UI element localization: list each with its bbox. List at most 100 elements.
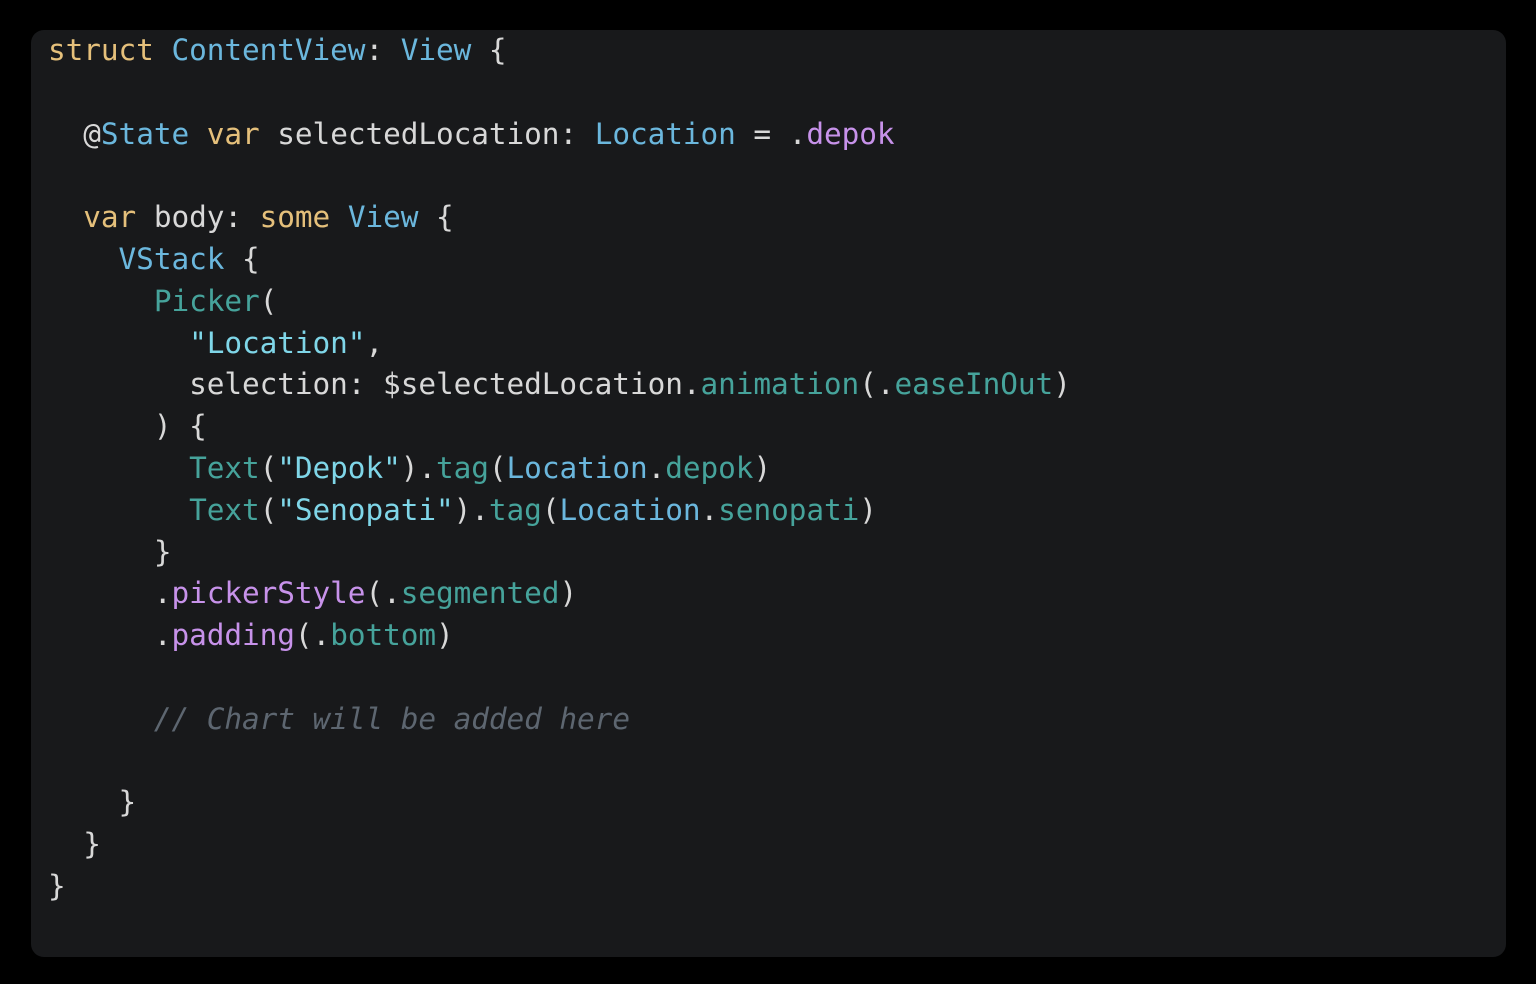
- code-token-plain: ).: [400, 450, 436, 485]
- code-token-plain: ): [1053, 367, 1071, 402]
- code-token-plain: ): [436, 618, 454, 653]
- code-token-plain: {: [471, 33, 507, 67]
- code-token-plain: {: [418, 200, 454, 235]
- code-token-fn: Text: [189, 450, 260, 485]
- code-token-plain: {: [224, 241, 260, 276]
- code-line: }: [31, 532, 1071, 574]
- code-token-plain: selectedLocation:: [259, 116, 595, 151]
- code-line: Text("Depok").tag(Location.depok): [31, 448, 1071, 490]
- code-token-member: segmented: [400, 576, 560, 611]
- code-line: }: [31, 866, 1071, 908]
- code-token-plain: (: [488, 450, 507, 485]
- code-line: Text("Senopati").tag(Location.senopati): [31, 490, 1071, 532]
- code-line: struct ContentView: View {: [31, 30, 1071, 72]
- code-token-comment: // Chart will be added here: [153, 701, 630, 736]
- code-token-plain: ): [559, 576, 578, 611]
- code-token-fn: tag: [436, 450, 489, 485]
- code-token-fn: Text: [189, 492, 260, 527]
- code-token-fn: tag: [488, 492, 542, 527]
- code-token-mod: pickerStyle: [171, 576, 366, 611]
- code-token-plain: @: [83, 116, 101, 151]
- code-line: .padding(.bottom): [31, 615, 1071, 657]
- code-line: }: [31, 782, 1071, 824]
- code-token-plain: .: [647, 450, 666, 485]
- code-line: }: [31, 824, 1071, 866]
- code-token-kw: var: [206, 116, 260, 151]
- code-token-plain: :: [365, 33, 401, 67]
- code-token-plain: }: [83, 827, 101, 862]
- code-token-type: Location: [506, 450, 648, 485]
- code-token-kw: struct: [48, 33, 154, 67]
- code-token-plain: ): [753, 450, 772, 485]
- code-line: selection: $selectedLocation.animation(.…: [31, 364, 1071, 406]
- code-token-str: "Senopati": [277, 492, 454, 527]
- code-line: var body: some View {: [31, 197, 1071, 239]
- code-token-plain: body:: [136, 200, 260, 235]
- code-token-mod: padding: [171, 618, 295, 653]
- code-line: .pickerStyle(.segmented): [31, 573, 1071, 615]
- code-token-plain: .: [700, 492, 719, 527]
- code-token-plain: }: [153, 534, 172, 569]
- code-token-str: "Location": [189, 325, 366, 360]
- code-token-type: Location: [559, 492, 701, 527]
- code-token-plain: }: [118, 785, 137, 820]
- code-token-plain: (.: [294, 618, 331, 653]
- code-token-mod: depok: [806, 116, 895, 151]
- code-token-plain: =: [735, 116, 789, 151]
- code-line: "Location",: [31, 323, 1071, 365]
- code-line: ) {: [31, 406, 1071, 448]
- code-token-kw: some: [259, 200, 331, 235]
- code-token-type: View: [347, 200, 419, 235]
- code-token-plain: (: [541, 492, 560, 527]
- code-token-plain: selection: $selectedLocation.: [189, 367, 701, 402]
- code-token-type: Location: [594, 116, 736, 151]
- code-token-member: senopati: [718, 492, 860, 527]
- code-token-plain: (.: [859, 367, 895, 402]
- code-line: Picker(: [31, 281, 1071, 323]
- code-token-type: ContentView: [171, 33, 366, 67]
- code-token-member: depok: [665, 450, 754, 485]
- code-token-plain: ,: [365, 325, 384, 360]
- code-token-plain: }: [48, 868, 66, 903]
- code-token-type: View: [400, 33, 472, 67]
- code-card: struct ContentView: View { @State var se…: [31, 30, 1506, 957]
- code-token-plain: (.: [365, 576, 401, 611]
- code-token-plain: (: [259, 492, 278, 527]
- code-block: struct ContentView: View { @State var se…: [31, 30, 1071, 908]
- code-token-plain: ).: [453, 492, 489, 527]
- code-token-kw: var: [83, 200, 137, 235]
- code-token-plain: .: [153, 576, 172, 611]
- code-token-plain: (: [259, 283, 278, 318]
- code-token-plain: ): [859, 492, 877, 527]
- code-token-fn: animation: [700, 367, 860, 402]
- code-token-member: bottom: [330, 618, 436, 653]
- code-token-type: VStack: [118, 241, 225, 276]
- code-token-plain: ) {: [153, 409, 207, 444]
- code-line: VStack {: [31, 239, 1071, 281]
- code-token-attr: State: [100, 116, 190, 151]
- code-line: // Chart will be added here: [31, 699, 1071, 741]
- code-line: @State var selectedLocation: Location = …: [31, 114, 1071, 156]
- code-token-plain: .: [788, 116, 807, 151]
- code-token-plain: .: [153, 618, 172, 653]
- code-token-fn: Picker: [153, 283, 260, 318]
